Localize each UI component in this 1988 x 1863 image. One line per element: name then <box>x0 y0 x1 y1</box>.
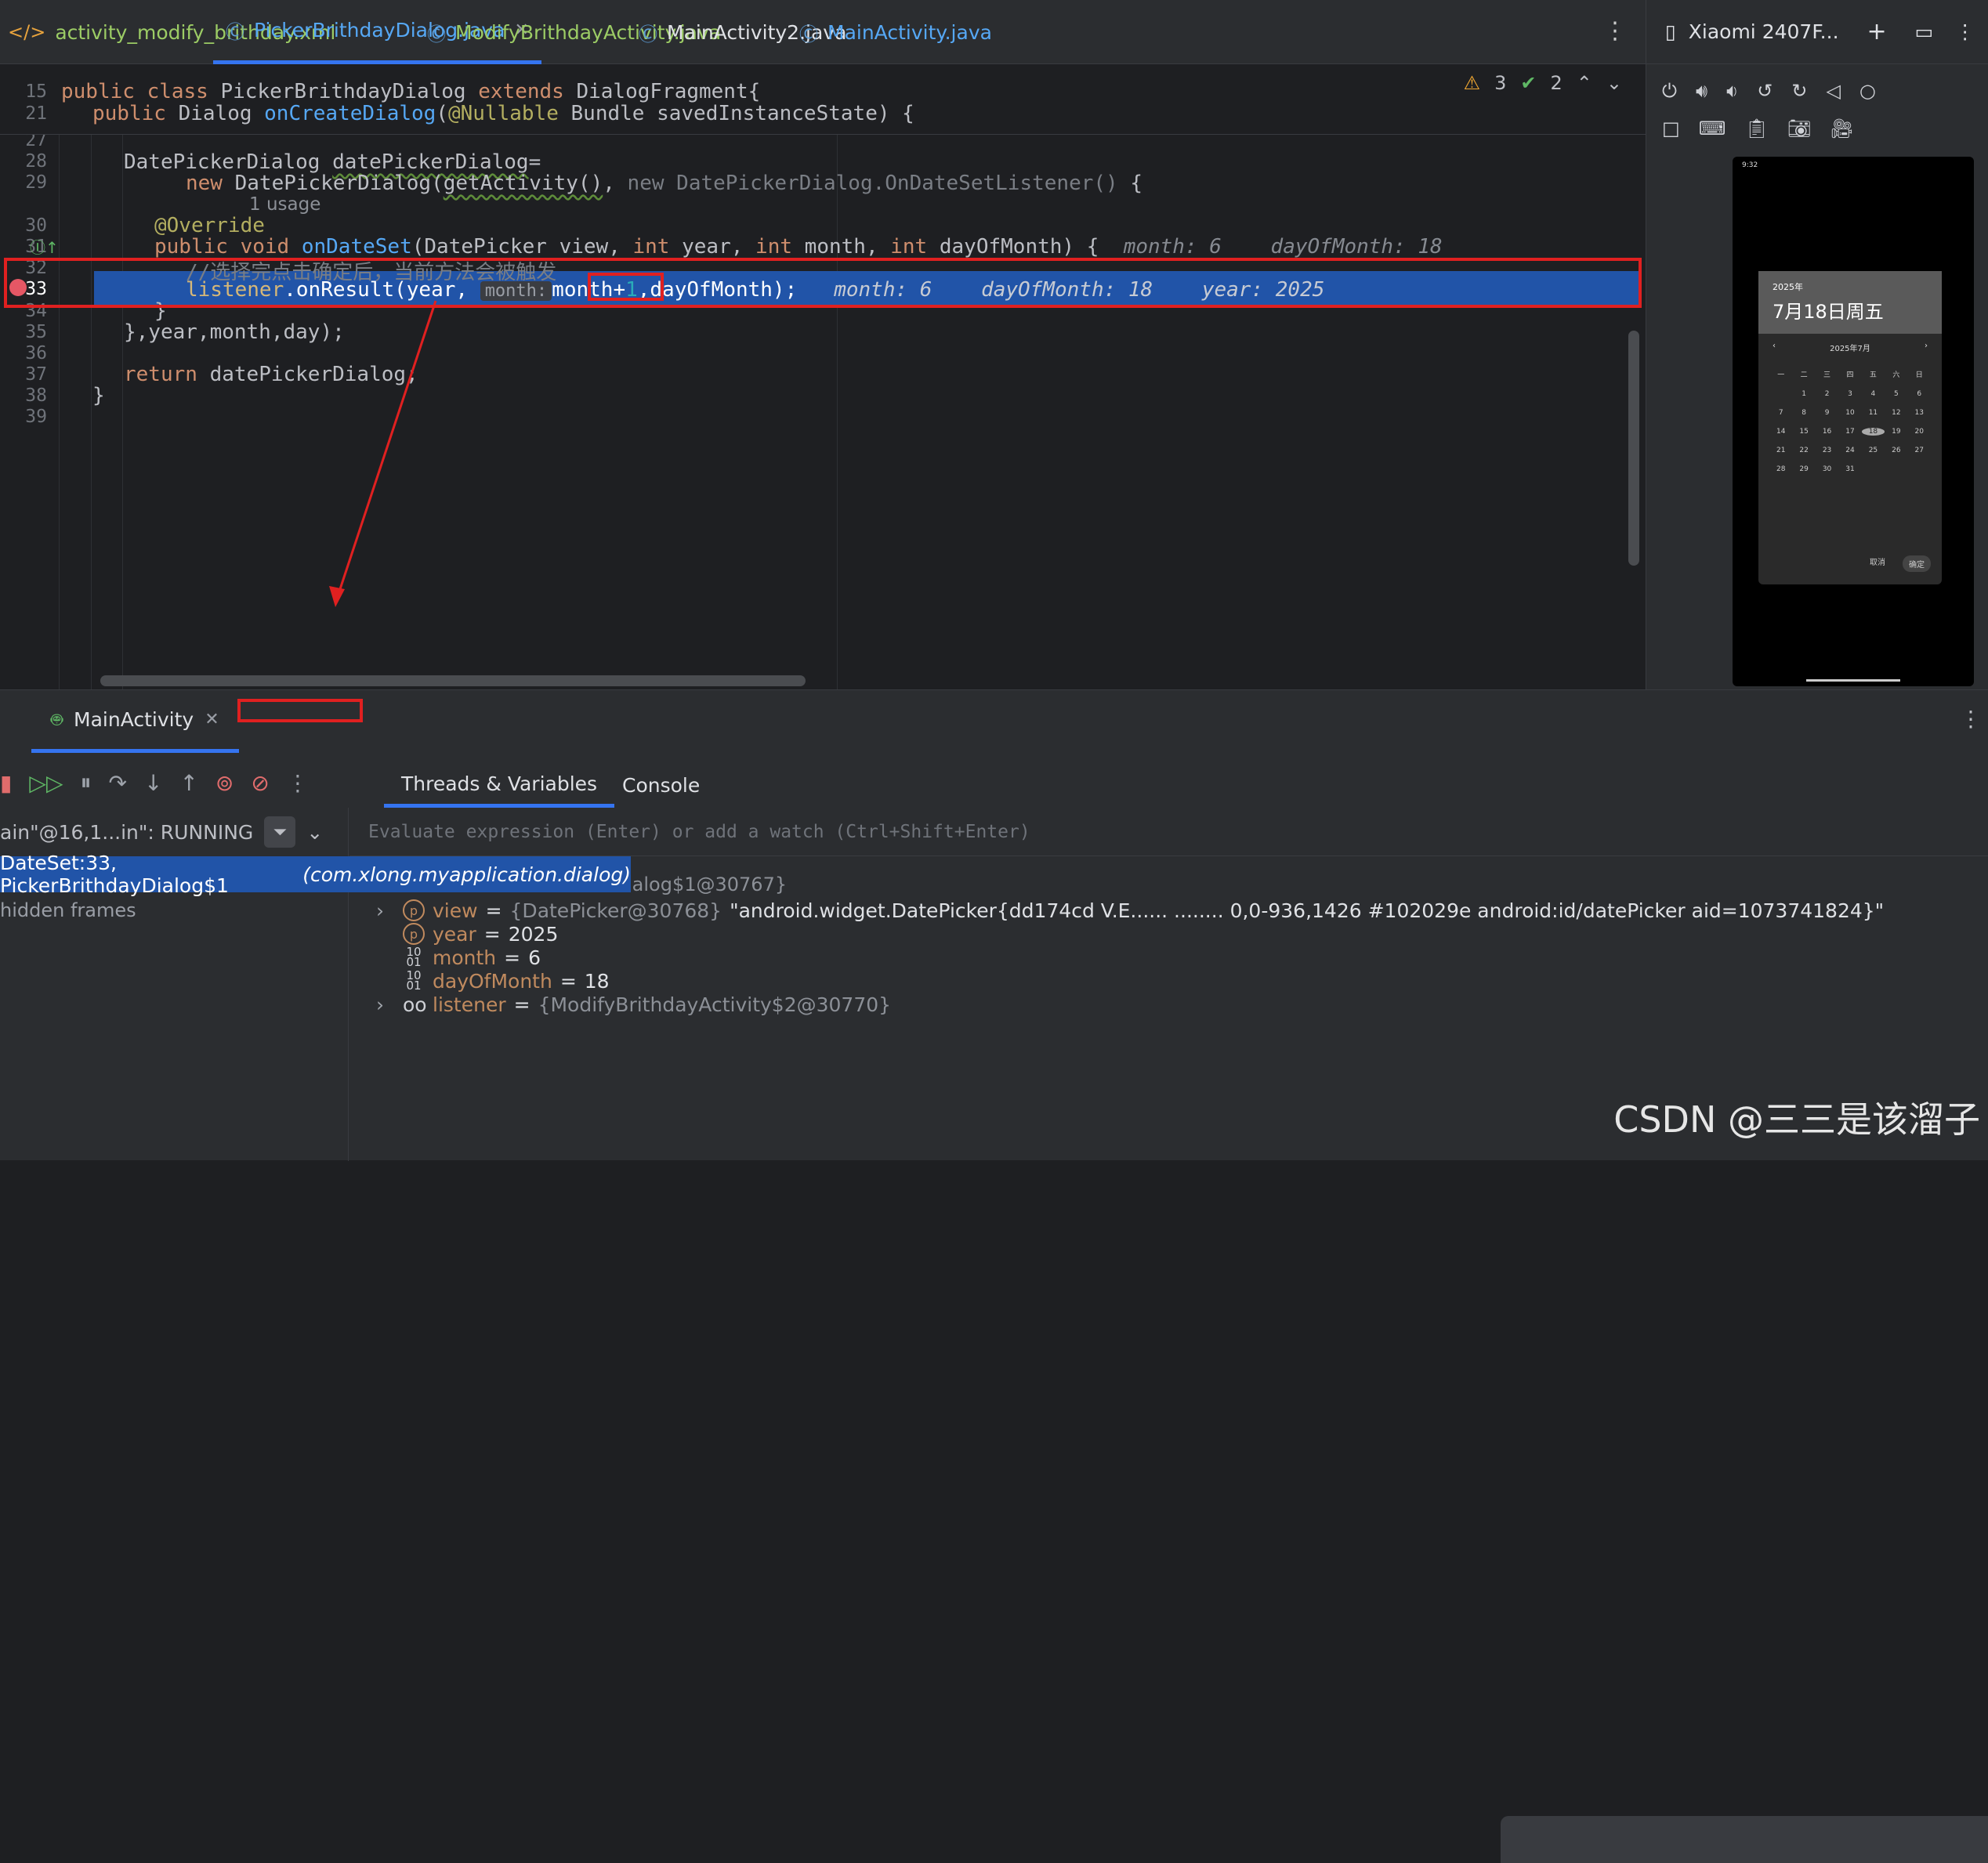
chevron-up-icon[interactable]: ⌃ <box>1577 72 1592 94</box>
inspection-widget[interactable]: ⚠ 3 ✔ 2 ⌃ ⌄ <box>1464 72 1622 94</box>
selected-frame[interactable]: DateSet:33, PickerBrithdayDialog$1 (com.… <box>0 852 631 897</box>
chevron-down-icon[interactable]: ⌄ <box>1606 72 1622 94</box>
frame-package: (com.xlong.myapplication.dialog) <box>302 863 631 886</box>
warning-count: 3 <box>1494 72 1507 94</box>
sticky-header: 15 public class PickerBrithdayDialog ext… <box>0 64 1646 135</box>
line-number: 21 <box>25 103 47 124</box>
warning-icon: ⚠ <box>1463 72 1481 94</box>
notification-popup[interactable] <box>1501 1816 1988 1863</box>
annotation-arrow <box>329 300 437 607</box>
line-number: 15 <box>25 81 47 102</box>
check-count: 2 <box>1550 72 1563 94</box>
frame-label: DateSet:33, PickerBrithdayDialog$1 <box>0 852 229 897</box>
watermark: CSDN @三三是该溜子 <box>1613 1098 1980 1141</box>
check-icon: ✔ <box>1520 72 1537 94</box>
